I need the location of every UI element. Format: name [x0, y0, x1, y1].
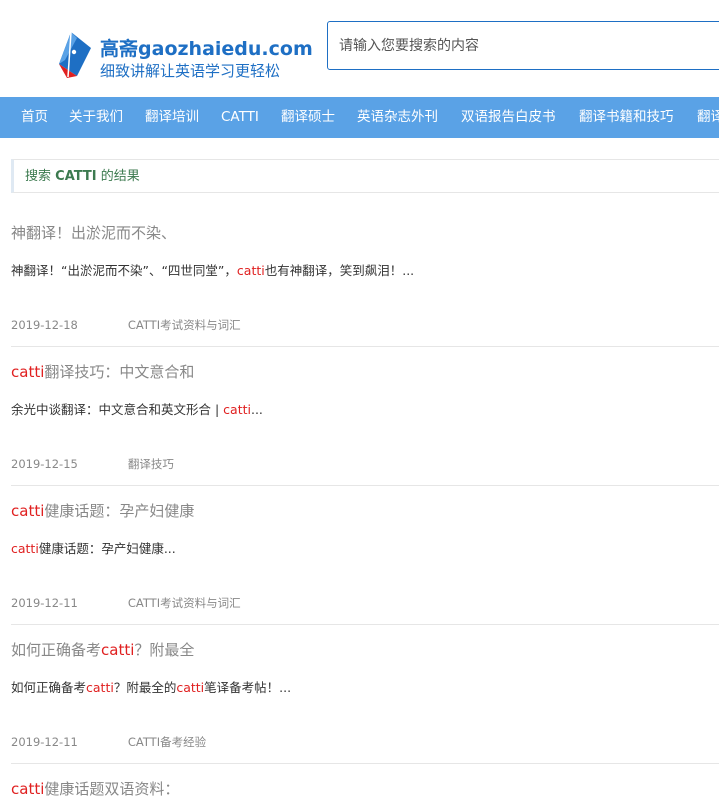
result-meta: 2019-12-18 CATTI考试资料与词汇 [11, 317, 241, 333]
result-title-link[interactable]: catti健康话题双语资料： [11, 778, 179, 799]
result-excerpt: catti健康话题：孕产妇健康... [11, 541, 176, 556]
result-title-link[interactable]: 神翻译！出淤泥而不染、 [11, 222, 176, 243]
search-keyword: CATTI [55, 169, 97, 184]
result-title-link[interactable]: catti健康话题：孕产妇健康 [11, 500, 194, 521]
nav-item-translation-books[interactable]: 翻译书籍和技巧 [579, 97, 674, 138]
result-divider [11, 624, 719, 625]
nav-item-english-magazines[interactable]: 英语杂志外刊 [357, 97, 438, 138]
result-meta: 2019-12-15 翻译技巧 [11, 456, 174, 472]
result-date: 2019-12-18 [11, 318, 78, 332]
nav-item-mti[interactable]: 翻译硕士 [281, 97, 335, 138]
search-input[interactable] [328, 22, 719, 69]
nav-item-home[interactable]: 首页 [21, 97, 48, 138]
search-result-heading-text: 搜索 CATTI 的结果 [25, 169, 140, 184]
main-nav: 首页 关于我们 翻译培训 CATTI 翻译硕士 英语杂志外刊 双语报告白皮书 翻… [0, 97, 719, 138]
logo-pen-icon[interactable] [57, 30, 93, 80]
site-tagline: 细致讲解让英语学习更轻松 [100, 62, 281, 80]
nav-item-bilingual-reports[interactable]: 双语报告白皮书 [461, 97, 556, 138]
nav-item-about[interactable]: 关于我们 [69, 97, 123, 138]
result-category-link[interactable]: CATTI考试资料与词汇 [128, 318, 241, 332]
site-logo-title[interactable]: 高斋gaozhaiedu.com [100, 34, 313, 61]
result-title-link[interactable]: 如何正确备考catti？附最全 [11, 639, 194, 660]
result-divider [11, 485, 719, 486]
result-divider [11, 346, 719, 347]
search-box [327, 21, 719, 70]
result-excerpt: 神翻译！“出淤泥而不染”、“四世同堂”，catti也有神翻译，笑到飙泪！... [11, 263, 415, 278]
result-meta: 2019-12-11 CATTI考试资料与词汇 [11, 595, 241, 611]
search-result-heading: 搜索 CATTI 的结果 [11, 159, 719, 193]
result-title-link[interactable]: catti翻译技巧：中文意合和 [11, 361, 194, 382]
brand-domain: gaozhaiedu.com [138, 38, 313, 60]
result-date: 2019-12-15 [11, 457, 78, 471]
result-meta: 2019-12-11 CATTI备考经验 [11, 734, 206, 750]
nav-item-translation-training[interactable]: 翻译培训 [145, 97, 199, 138]
site-header: 高斋gaozhaiedu.com 细致讲解让英语学习更轻松 [0, 0, 719, 97]
result-excerpt: 如何正确备考catti？附最全的catti笔译备考帖！... [11, 680, 292, 695]
result-category-link[interactable]: CATTI考试资料与词汇 [128, 596, 241, 610]
result-date: 2019-12-11 [11, 735, 78, 749]
result-date: 2019-12-11 [11, 596, 78, 610]
result-category-link[interactable]: 翻译技巧 [128, 457, 174, 471]
result-excerpt: 余光中谈翻译：中文意合和英文形合 | catti... [11, 402, 263, 417]
brand-name: 高斋 [100, 38, 139, 60]
nav-item-catti[interactable]: CATTI [221, 97, 259, 138]
result-divider [11, 763, 719, 764]
nav-item-translation-more[interactable]: 翻译 [697, 97, 719, 138]
result-category-link[interactable]: CATTI备考经验 [128, 735, 206, 749]
